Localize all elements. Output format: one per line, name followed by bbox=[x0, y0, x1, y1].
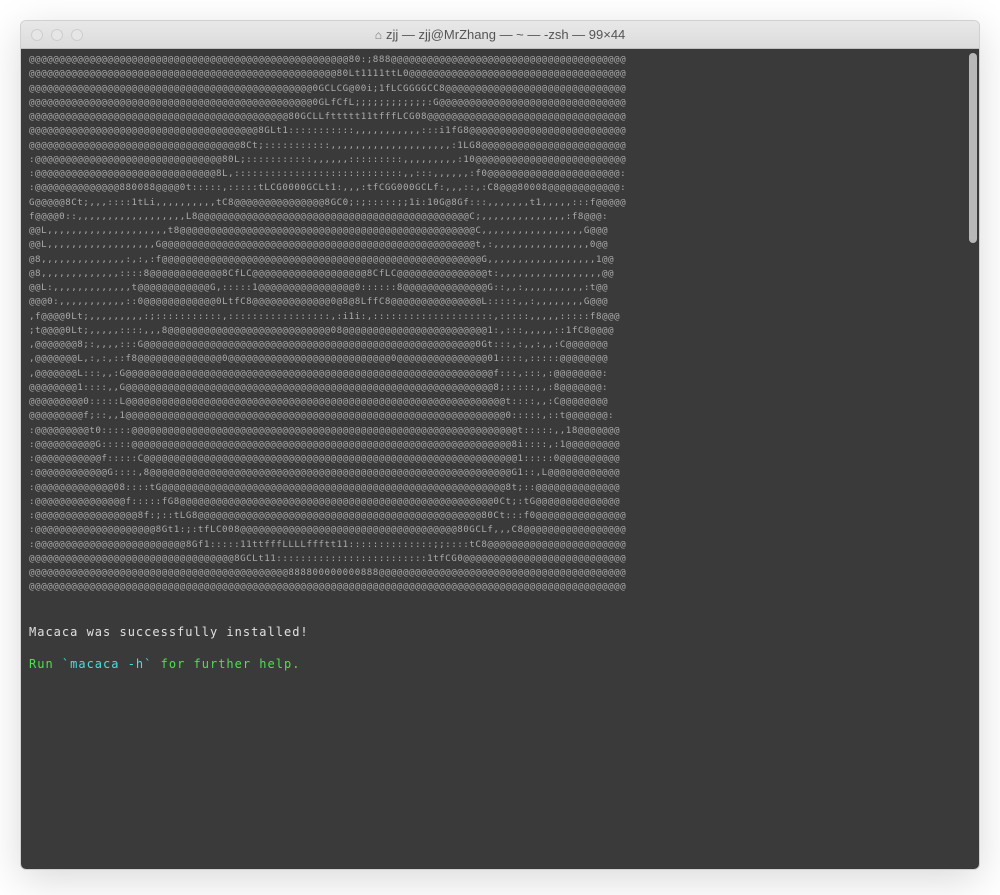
home-icon: ⌂ bbox=[375, 28, 382, 42]
install-success-message: Macaca was successfully installed! bbox=[29, 623, 971, 642]
close-button[interactable] bbox=[31, 29, 43, 41]
maximize-button[interactable] bbox=[71, 29, 83, 41]
run-command: `macaca -h` bbox=[62, 657, 152, 671]
title-label: zjj — zjj@MrZhang — ~ — -zsh — 99×44 bbox=[386, 27, 625, 42]
terminal-body[interactable]: @@@@@@@@@@@@@@@@@@@@@@@@@@@@@@@@@@@@@@@@… bbox=[21, 49, 979, 869]
traffic-lights bbox=[31, 29, 83, 41]
scrollbar[interactable] bbox=[969, 53, 977, 243]
run-prefix: Run bbox=[29, 657, 62, 671]
ascii-art: @@@@@@@@@@@@@@@@@@@@@@@@@@@@@@@@@@@@@@@@… bbox=[29, 53, 971, 595]
run-suffix: for further help. bbox=[152, 657, 300, 671]
help-hint: Run `macaca -h` for further help. bbox=[29, 655, 971, 674]
minimize-button[interactable] bbox=[51, 29, 63, 41]
window-title: ⌂ zjj — zjj@MrZhang — ~ — -zsh — 99×44 bbox=[375, 27, 626, 42]
terminal-window: ⌂ zjj — zjj@MrZhang — ~ — -zsh — 99×44 @… bbox=[20, 20, 980, 870]
titlebar[interactable]: ⌂ zjj — zjj@MrZhang — ~ — -zsh — 99×44 bbox=[21, 21, 979, 49]
